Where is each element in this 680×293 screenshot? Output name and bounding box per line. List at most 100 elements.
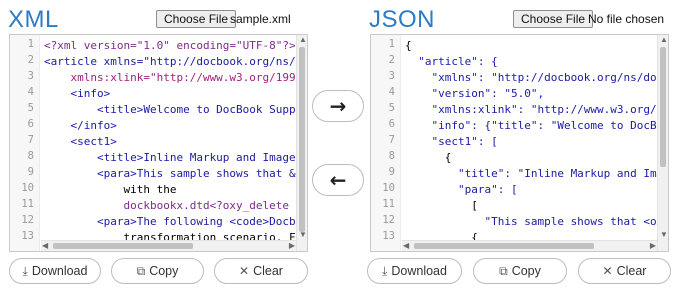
line-number: 2: [27, 54, 34, 66]
copy-icon: ⧉: [499, 263, 508, 278]
xml-title: XML: [8, 6, 59, 33]
code-line: "version": "5.0",: [405, 87, 545, 100]
code-line: <sect1>: [44, 135, 117, 148]
xml-panel: XML Choose File sample.xml 1 2 3 4 5 6 7…: [6, 0, 312, 293]
code-line: "sect1": [: [405, 135, 498, 148]
xml-horizontal-scrollbar[interactable]: ◀ ▶: [41, 240, 296, 251]
close-icon: ✕: [602, 264, 613, 278]
xml-filename: sample.xml: [230, 12, 291, 26]
code-line: xmlns:xlink="http://www.w3.org/1999: [44, 71, 296, 84]
line-number: 13: [382, 230, 395, 242]
line-number: 1: [388, 38, 395, 50]
xml-editor[interactable]: 1 2 3 4 5 6 7 8 9 10 11 12 13 <?xml vers…: [9, 34, 308, 252]
code-line: "title": "Inline Markup and Imag: [405, 167, 657, 180]
scroll-left-icon[interactable]: ◀: [42, 242, 48, 250]
xml-code-area[interactable]: <?xml version="1.0" encoding="UTF-8"?> <…: [42, 35, 296, 251]
line-number: 8: [388, 150, 395, 162]
json-horizontal-scroll-thumb[interactable]: [414, 243, 594, 249]
json-clear-button[interactable]: ✕ Clear: [578, 258, 671, 284]
line-number: 3: [388, 70, 395, 82]
line-number: 9: [388, 166, 395, 178]
json-download-button[interactable]: ⤓ Download: [367, 258, 462, 284]
code-line: <para>The following <code>Docbo: [44, 215, 296, 228]
line-number: 11: [21, 198, 34, 210]
xml-download-button[interactable]: ⤓ Download: [9, 258, 101, 284]
line-number: 1: [27, 38, 34, 50]
xml-vertical-scroll-thumb[interactable]: [299, 47, 305, 232]
line-number: 3: [27, 70, 34, 82]
code-line: </info>: [44, 119, 117, 132]
line-number: 13: [21, 230, 34, 242]
xml-copy-label: Copy: [149, 264, 179, 278]
line-number: 7: [27, 134, 34, 146]
code-line: "xmlns": "http://docbook.org/ns/docb: [405, 71, 657, 84]
line-number: 11: [382, 198, 395, 210]
scroll-up-icon[interactable]: ▲: [660, 36, 668, 44]
code-line: <article xmlns="http://docbook.org/ns/d: [44, 55, 296, 68]
json-code-area[interactable]: { "article": { "xmlns": "http://docbook.…: [403, 35, 657, 251]
json-choose-file-button[interactable]: Choose File: [513, 10, 594, 28]
line-number: 9: [27, 166, 34, 178]
code-line: dockbookx.dtd<?oxy_delete a: [44, 199, 296, 212]
code-line: <para>This sample shows that &l: [44, 167, 296, 180]
xml-choose-file-button[interactable]: Choose File: [156, 10, 237, 28]
code-line: "This sample shows that <oXy: [405, 215, 657, 228]
json-clear-label: Clear: [616, 264, 647, 278]
xml-clear-button[interactable]: ✕ Clear: [214, 258, 308, 284]
line-number: 2: [388, 54, 395, 66]
code-line: with the: [44, 183, 177, 196]
close-icon: ✕: [239, 264, 250, 278]
code-line: <info>: [44, 87, 111, 100]
xml-line-gutter: 1 2 3 4 5 6 7 8 9 10 11 12 13: [10, 35, 40, 251]
json-copy-button[interactable]: ⧉ Copy: [473, 258, 567, 284]
scroll-down-icon[interactable]: ▼: [660, 231, 668, 239]
code-line: <title>Welcome to DocBook Suppo: [44, 103, 296, 116]
download-icon: ⤓: [22, 263, 28, 278]
json-vertical-scroll-thumb[interactable]: [660, 47, 666, 167]
line-number: 4: [388, 86, 395, 98]
code-line: <title>Inline Markup and Images: [44, 151, 296, 164]
line-number: 10: [21, 182, 34, 194]
json-editor[interactable]: 1 2 3 4 5 6 7 8 9 10 11 12 13 { "article…: [370, 34, 669, 252]
copy-icon: ⧉: [136, 263, 146, 278]
line-number: 12: [382, 214, 395, 226]
arrow-right-icon: →: [329, 94, 347, 118]
scroll-down-icon[interactable]: ▼: [299, 231, 307, 239]
line-number: 6: [388, 118, 395, 130]
line-number: 4: [27, 86, 34, 98]
scroll-right-icon[interactable]: ▶: [650, 242, 656, 250]
xml-horizontal-scroll-thumb[interactable]: [53, 243, 193, 249]
json-copy-label: Copy: [511, 264, 541, 278]
code-line: "article": {: [405, 55, 498, 68]
line-number: 5: [388, 102, 395, 114]
arrow-left-icon: ←: [329, 168, 347, 192]
scroll-up-icon[interactable]: ▲: [299, 36, 307, 44]
json-filename: No file chosen: [588, 12, 665, 26]
download-icon: ⤓: [382, 263, 388, 278]
json-line-gutter: 1 2 3 4 5 6 7 8 9 10 11 12 13: [371, 35, 401, 251]
code-line: <?xml version="1.0" encoding="UTF-8"?>: [44, 39, 296, 52]
line-number: 10: [382, 182, 395, 194]
xml-copy-button[interactable]: ⧉ Copy: [111, 258, 204, 284]
xml-clear-label: Clear: [253, 264, 283, 278]
json-download-label: Download: [391, 264, 447, 278]
json-horizontal-scrollbar[interactable]: ◀ ▶: [402, 240, 657, 251]
line-number: 12: [21, 214, 34, 226]
scroll-left-icon[interactable]: ◀: [403, 242, 409, 250]
code-line: {: [405, 39, 412, 52]
code-line: "para": [: [405, 183, 518, 196]
convert-xml-to-json-button[interactable]: →: [312, 90, 364, 122]
line-number: 5: [27, 102, 34, 114]
code-line: "info": {"title": "Welcome to DocBoo: [405, 119, 657, 132]
line-number: 8: [27, 150, 34, 162]
code-line: "xmlns:xlink": "http://www.w3.org/19: [405, 103, 657, 116]
line-number: 6: [27, 118, 34, 130]
xml-download-label: Download: [31, 264, 88, 278]
json-vertical-scrollbar[interactable]: ▲ ▼: [657, 35, 668, 251]
xml-vertical-scrollbar[interactable]: ▲ ▼: [296, 35, 307, 251]
json-title: JSON: [369, 6, 436, 33]
scroll-right-icon[interactable]: ▶: [289, 242, 295, 250]
code-line: {: [405, 151, 452, 164]
convert-json-to-xml-button[interactable]: ←: [312, 164, 364, 196]
line-number: 7: [388, 134, 395, 146]
